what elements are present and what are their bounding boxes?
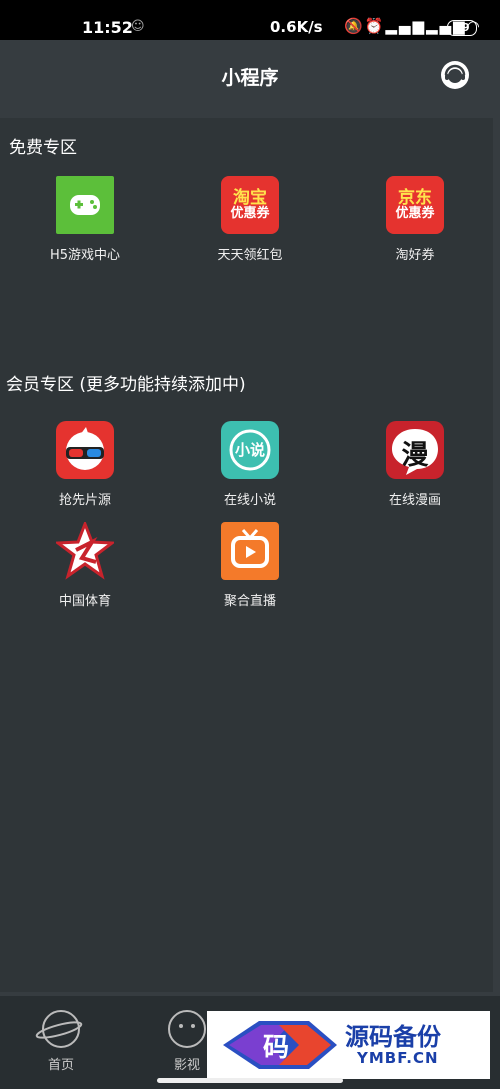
watermark-url: YMBF.CN xyxy=(357,1049,439,1067)
item-label: 抢先片源 xyxy=(58,493,111,508)
china-sports-icon xyxy=(56,522,114,580)
customer-service-icon[interactable] xyxy=(440,60,470,90)
nav-label: 首页 xyxy=(47,1058,74,1073)
icon-text: 优惠券 xyxy=(230,206,270,222)
vip-item-early-release[interactable]: 抢先片源 xyxy=(30,421,140,508)
watermark-name: 源码备份 xyxy=(345,1022,441,1051)
live-tv-icon xyxy=(221,522,279,580)
vip-item-china-sports[interactable]: 中国体育 xyxy=(30,522,140,609)
net-speed: 0.6K/s xyxy=(270,18,323,36)
free-section-title: 免费专区 xyxy=(9,138,77,158)
item-label: 在线漫画 xyxy=(388,493,441,508)
item-label: 天天领红包 xyxy=(217,248,283,263)
free-item-coupons[interactable]: 京东 优惠券 淘好券 xyxy=(360,176,470,263)
icon-text: 优惠券 xyxy=(395,206,435,222)
watermark-banner: 码 源码备份 YMBF.CN xyxy=(207,1011,490,1079)
page-title: 小程序 xyxy=(221,67,279,89)
status-time: 11:52 xyxy=(82,18,133,37)
item-label: H5游戏中心 xyxy=(49,248,121,263)
taobao-coupon-icon: 淘宝 优惠券 xyxy=(221,176,279,234)
battery-indicator: 89 xyxy=(447,20,477,36)
planet-icon xyxy=(35,1010,83,1048)
vip-item-live-streams[interactable]: 聚合直播 xyxy=(195,522,305,609)
item-label: 聚合直播 xyxy=(223,594,276,609)
3d-glasses-icon xyxy=(56,421,114,479)
home-indicator[interactable] xyxy=(157,1078,343,1083)
mute-icon: 🔕 xyxy=(344,17,365,35)
nav-item-home[interactable]: 首页 xyxy=(26,1010,96,1073)
item-label: 中国体育 xyxy=(58,594,111,609)
face-icon xyxy=(168,1010,206,1048)
watermark-logo-text: 码 xyxy=(263,1033,290,1063)
novel-icon: 小说 xyxy=(221,421,279,479)
vip-item-comics[interactable]: 漫 在线漫画 xyxy=(360,421,470,508)
comic-icon: 漫 xyxy=(386,421,444,479)
signal-icon: ▂▄▆ xyxy=(385,17,426,35)
jd-coupon-icon: 京东 优惠券 xyxy=(386,176,444,234)
app-header: 小程序 xyxy=(0,40,500,110)
alarm-icon: ⏰ xyxy=(364,17,386,35)
item-label: 淘好券 xyxy=(395,248,435,263)
gamepad-icon xyxy=(56,176,114,234)
smiley-icon: ☺ xyxy=(131,19,145,34)
icon-text: 淘宝 xyxy=(233,187,267,208)
icon-text: 小说 xyxy=(234,441,265,459)
icon-text: 漫 xyxy=(401,440,429,471)
free-item-daily-redpacket[interactable]: 淘宝 优惠券 天天领红包 xyxy=(195,176,305,263)
icon-text: 京东 xyxy=(398,187,432,208)
status-bar: 11:52 ☺ 0.6K/s 🔕⏰▂▄▆▂▄▆◠ 89 xyxy=(0,0,500,40)
free-item-h5-games[interactable]: H5游戏中心 xyxy=(30,176,140,263)
vip-section-title: 会员专区 (更多功能持续添加中) xyxy=(6,375,246,395)
vip-item-novels[interactable]: 小说 在线小说 xyxy=(195,421,305,508)
item-label: 在线小说 xyxy=(223,493,276,508)
watermark-logo: 码 xyxy=(219,1017,339,1073)
